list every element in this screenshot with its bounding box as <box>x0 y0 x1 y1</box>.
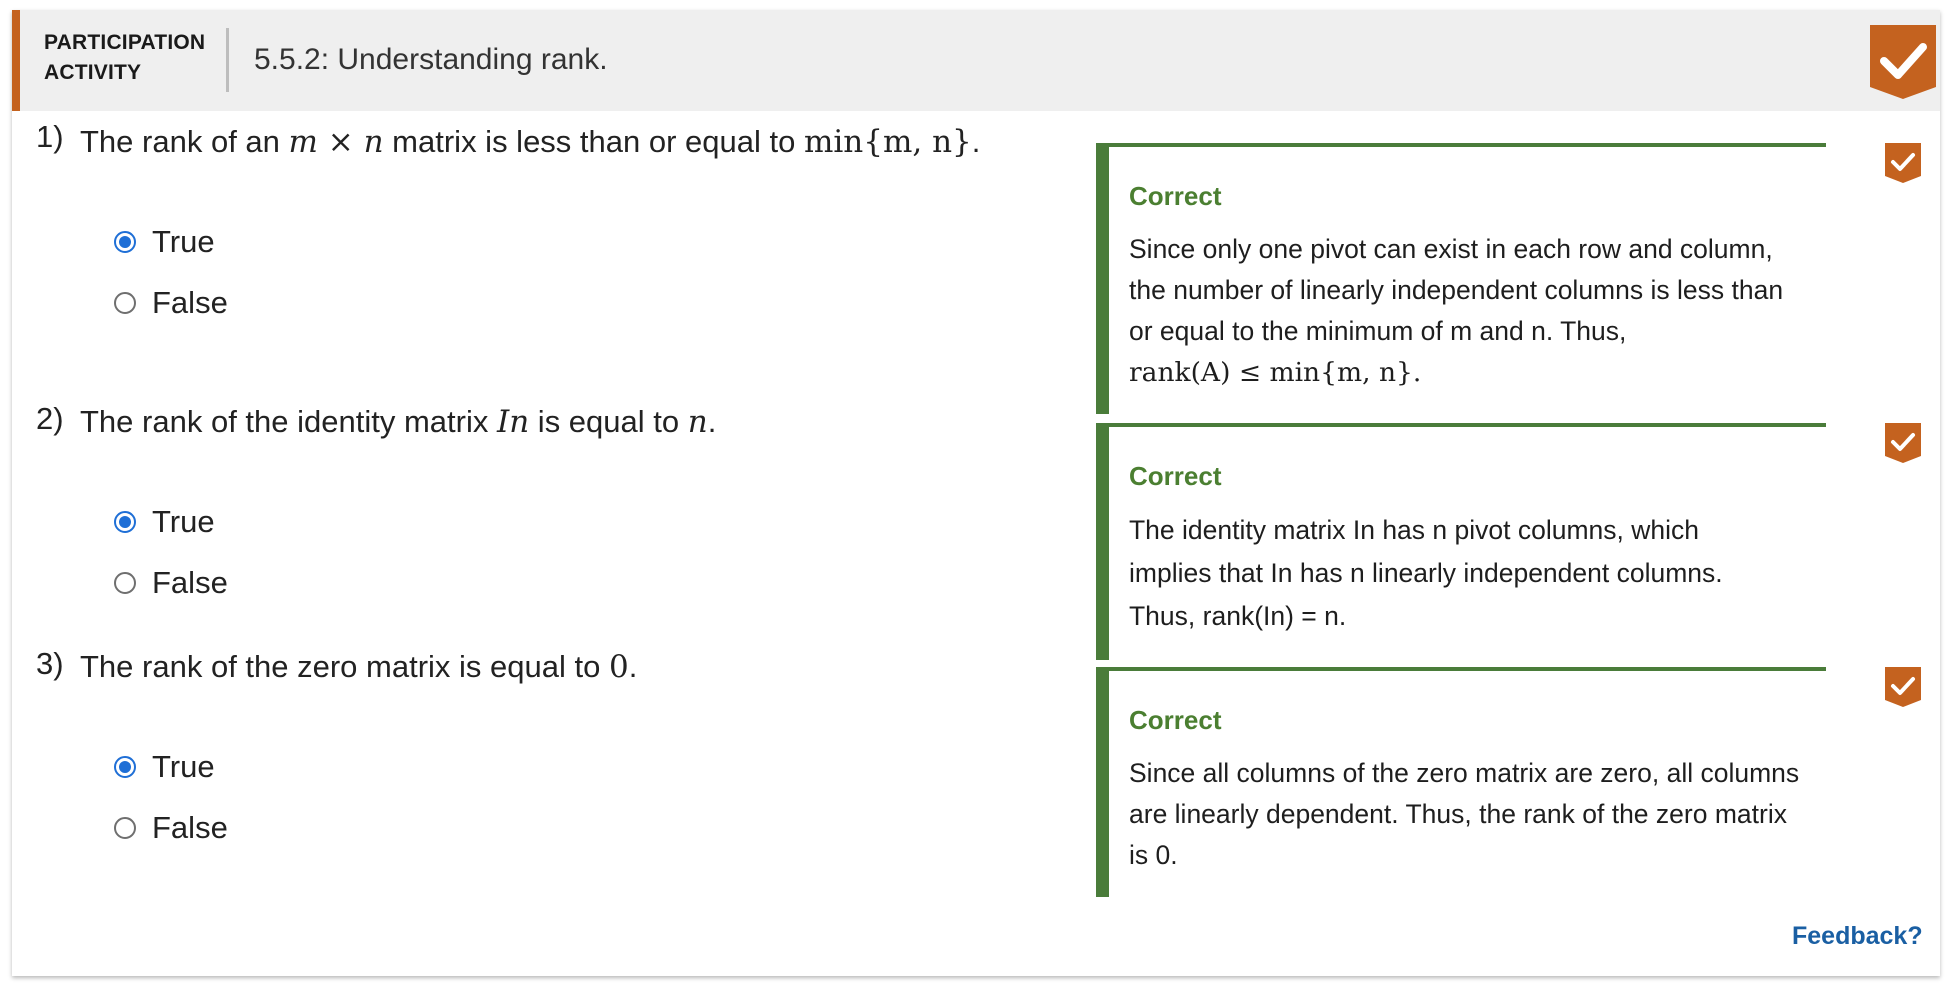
option-label: True <box>152 504 215 539</box>
question-3-check-icon <box>1885 667 1921 707</box>
feedback-explanation: Since only one pivot can exist in each r… <box>1129 229 1829 393</box>
prompt-math: n <box>687 404 708 440</box>
feedback-line: are linearly dependent. Thus, the rank o… <box>1129 799 1787 829</box>
prompt-text: The rank of the identity matrix <box>80 404 497 439</box>
feedback-line: is 0. <box>1129 840 1178 870</box>
option-label: True <box>152 224 215 259</box>
question-2-check-icon <box>1885 423 1921 463</box>
completion-checkmark-icon <box>1870 25 1936 99</box>
feedback-line: Thus, rank(In) = n. <box>1129 601 1347 631</box>
option-false[interactable]: False <box>114 563 228 603</box>
feedback-heading: Correct <box>1129 461 1222 491</box>
feedback-panel-1: Correct Since only one pivot can exist i… <box>1096 143 1826 414</box>
option-false[interactable]: False <box>114 808 228 848</box>
radio-button[interactable] <box>114 231 136 253</box>
option-false[interactable]: False <box>114 283 228 323</box>
radio-button[interactable] <box>114 756 136 778</box>
feedback-line: Since all columns of the zero matrix are… <box>1129 758 1800 788</box>
feedback-heading: Correct <box>1129 181 1222 211</box>
option-label: False <box>152 810 228 845</box>
option-true[interactable]: True <box>114 747 215 787</box>
option-true[interactable]: True <box>114 502 215 542</box>
feedback-panel-2: Correct The identity matrix In has n piv… <box>1096 423 1826 660</box>
header-divider <box>226 28 229 92</box>
feedback-line: or equal to the minimum of m and n. Thus… <box>1129 316 1627 346</box>
question-1-check-icon <box>1885 143 1921 183</box>
option-label: False <box>152 285 228 320</box>
question-number: 2) <box>36 401 64 436</box>
feedback-line: the number of linearly independent colum… <box>1129 275 1784 305</box>
question-prompt: The rank of an m × n matrix is less than… <box>80 122 980 162</box>
question-number: 3) <box>36 646 64 681</box>
prompt-text: is equal to <box>529 404 688 439</box>
activity-type-label: PARTICIPATION ACTIVITY <box>44 28 205 88</box>
feedback-line: implies that In has n linearly independe… <box>1129 558 1723 588</box>
feedback-explanation: Since all columns of the zero matrix are… <box>1129 753 1829 876</box>
radio-button[interactable] <box>114 817 136 839</box>
prompt-math: In <box>496 404 530 440</box>
feedback-explanation: The identity matrix In has n pivot colum… <box>1129 509 1829 638</box>
prompt-text: The rank of the zero matrix is equal to <box>80 649 609 684</box>
activity-title: 5.5.2: Understanding rank. <box>254 43 608 76</box>
prompt-text: . <box>707 404 717 439</box>
radio-button[interactable] <box>114 511 136 533</box>
prompt-text: The rank of an <box>80 124 289 159</box>
radio-button[interactable] <box>114 292 136 314</box>
option-label: True <box>152 749 215 784</box>
activity-type-line2: ACTIVITY <box>44 61 142 84</box>
prompt-text: matrix is less than or equal to <box>383 124 804 159</box>
prompt-math: m × n <box>288 124 384 160</box>
activity-header: PARTICIPATION ACTIVITY 5.5.2: Understand… <box>12 10 1940 111</box>
prompt-math: min{m, n} <box>803 124 972 160</box>
prompt-text: . <box>628 649 638 684</box>
feedback-link[interactable]: Feedback? <box>1792 922 1923 951</box>
feedback-line: The identity matrix In has n pivot colum… <box>1129 515 1699 545</box>
question-number: 1) <box>36 119 64 154</box>
question-prompt: The rank of the zero matrix is equal to … <box>80 647 637 687</box>
activity-type-line1: PARTICIPATION <box>44 31 206 54</box>
prompt-text: . <box>971 124 981 159</box>
option-true[interactable]: True <box>114 222 215 262</box>
feedback-heading: Correct <box>1129 705 1222 735</box>
option-label: False <box>152 565 228 600</box>
feedback-panel-3: Correct Since all columns of the zero ma… <box>1096 667 1826 897</box>
radio-button[interactable] <box>114 572 136 594</box>
question-prompt: The rank of the identity matrix In is eq… <box>80 402 716 442</box>
feedback-line: Since only one pivot can exist in each r… <box>1129 234 1773 264</box>
feedback-line: rank(A) ≤ min{m, n}. <box>1129 357 1422 388</box>
participation-activity-card: PARTICIPATION ACTIVITY 5.5.2: Understand… <box>12 10 1940 976</box>
header-accent-bar <box>12 10 20 111</box>
prompt-math: 0 <box>608 649 629 685</box>
